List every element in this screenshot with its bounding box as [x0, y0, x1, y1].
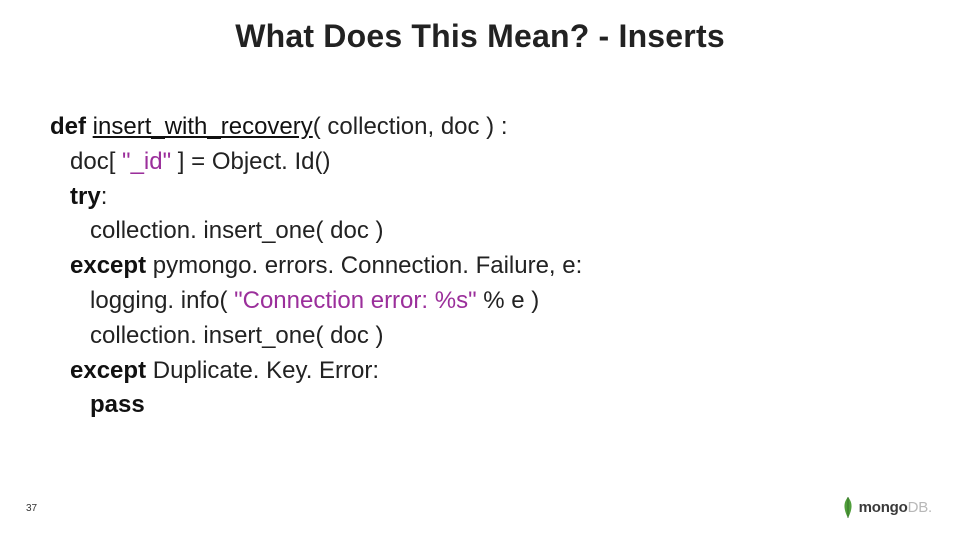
function-name: insert_with_recovery — [93, 113, 313, 140]
code-text: % e ) — [477, 287, 540, 314]
mongodb-logo: mongoDB. — [841, 496, 932, 518]
code-text: doc[ — [50, 148, 122, 175]
logo-light: DB — [908, 499, 928, 516]
code-text: ( collection, doc ) : — [313, 113, 508, 140]
code-line-7: collection. insert_one( doc ) — [50, 319, 582, 354]
code-line-5: except pymongo. errors. Connection. Fail… — [50, 249, 582, 284]
logo-bold: mongo — [859, 499, 908, 516]
slide-title: What Does This Mean? - Inserts — [0, 18, 960, 55]
code-line-6: logging. info( "Connection error: %s" % … — [50, 284, 582, 319]
code-text: logging. info( — [50, 287, 234, 314]
code-line-9: pass — [50, 388, 582, 423]
code-text: pymongo. errors. Connection. Failure, e: — [153, 252, 583, 279]
keyword-except: except — [70, 357, 153, 384]
code-line-8: except Duplicate. Key. Error: — [50, 354, 582, 389]
leaf-icon — [841, 496, 855, 518]
code-line-1: def insert_with_recovery( collection, do… — [50, 110, 582, 145]
code-line-4: collection. insert_one( doc ) — [50, 214, 582, 249]
page-number: 37 — [26, 503, 37, 514]
logo-dot: . — [928, 499, 932, 516]
code-block: def insert_with_recovery( collection, do… — [50, 110, 582, 423]
logo-text: mongoDB. — [859, 499, 932, 516]
string-literal: "_id" — [122, 148, 171, 175]
code-line-3: try: — [50, 180, 582, 215]
code-line-2: doc[ "_id" ] = Object. Id() — [50, 145, 582, 180]
code-text: : — [101, 183, 108, 210]
string-literal: "Connection error: %s" — [234, 287, 476, 314]
keyword-pass: pass — [90, 391, 145, 418]
keyword-def: def — [50, 113, 93, 140]
keyword-try: try — [70, 183, 101, 210]
code-text: Duplicate. Key. Error: — [153, 357, 379, 384]
keyword-except: except — [70, 252, 153, 279]
code-text: ] = Object. Id() — [171, 148, 330, 175]
